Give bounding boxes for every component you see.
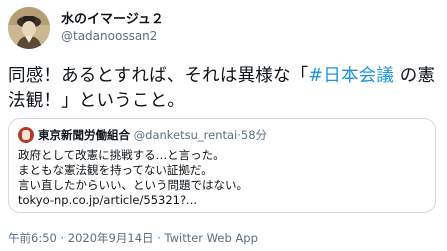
quoted-tweet-text: 政府として改憲に挑戦する…と言った。 まともな憲法観を持ってない証拠だ。 言い直… bbox=[18, 148, 428, 208]
quoted-tweet-time: 58分 bbox=[240, 128, 268, 142]
tweet-header: 水のイマージュ２ @tadanoossan2 bbox=[8, 7, 439, 49]
quoted-author-avatar bbox=[18, 127, 34, 143]
tweet-meta: 午前6:50 · 2020年9月14日 · Twitter Web App bbox=[8, 230, 258, 246]
author-handle[interactable]: @tadanoossan2 bbox=[61, 28, 164, 44]
quoted-tweet-line: 政府として改憲に挑戦する…と言った。 bbox=[18, 148, 225, 162]
hashtag-link[interactable]: #日本会議 bbox=[308, 66, 394, 86]
meta-separator: · bbox=[153, 231, 165, 245]
quoted-tweet[interactable]: 東京新聞労働組合 @danketsu_rentai·58分 政府として改憲に挑戦… bbox=[8, 118, 436, 213]
tweet-timestamp[interactable]: 午前6:50 · 2020年9月14日 bbox=[8, 231, 154, 245]
author-display-name[interactable]: 水のイマージュ２ bbox=[61, 11, 164, 28]
profile-photo-icon bbox=[8, 7, 50, 49]
quoted-author-handle: @danketsu_rentai bbox=[133, 128, 238, 142]
quoted-tweet-header: 東京新聞労働組合 @danketsu_rentai·58分 bbox=[18, 127, 267, 143]
tweet-text-segment: 同感！あるとすれば、それは異様な「 bbox=[8, 66, 309, 86]
tweet-text-segment: の憲 bbox=[394, 66, 436, 86]
quoted-tweet-line: 言い直したからいい、という問題ではない。 bbox=[18, 178, 248, 192]
quoted-tweet-line: まともな憲法観を持ってない証拠だ。 bbox=[18, 163, 213, 177]
quoted-tweet-link: tokyo-np.co.jp/article/55321?... bbox=[18, 193, 198, 207]
quoted-author-name: 東京新聞労働組合 bbox=[38, 128, 130, 142]
tweet-source: Twitter Web App bbox=[164, 231, 258, 245]
tweet-text-line-2: 法観！」ということ。 bbox=[8, 91, 185, 111]
tweet-text: 同感！あるとすれば、それは異様な「#日本会議 の憲 法観！」ということ。 bbox=[8, 64, 440, 114]
author-avatar[interactable] bbox=[8, 7, 50, 49]
tweet-text-line-1: 同感！あるとすれば、それは異様な「#日本会議 の憲 bbox=[8, 64, 440, 89]
